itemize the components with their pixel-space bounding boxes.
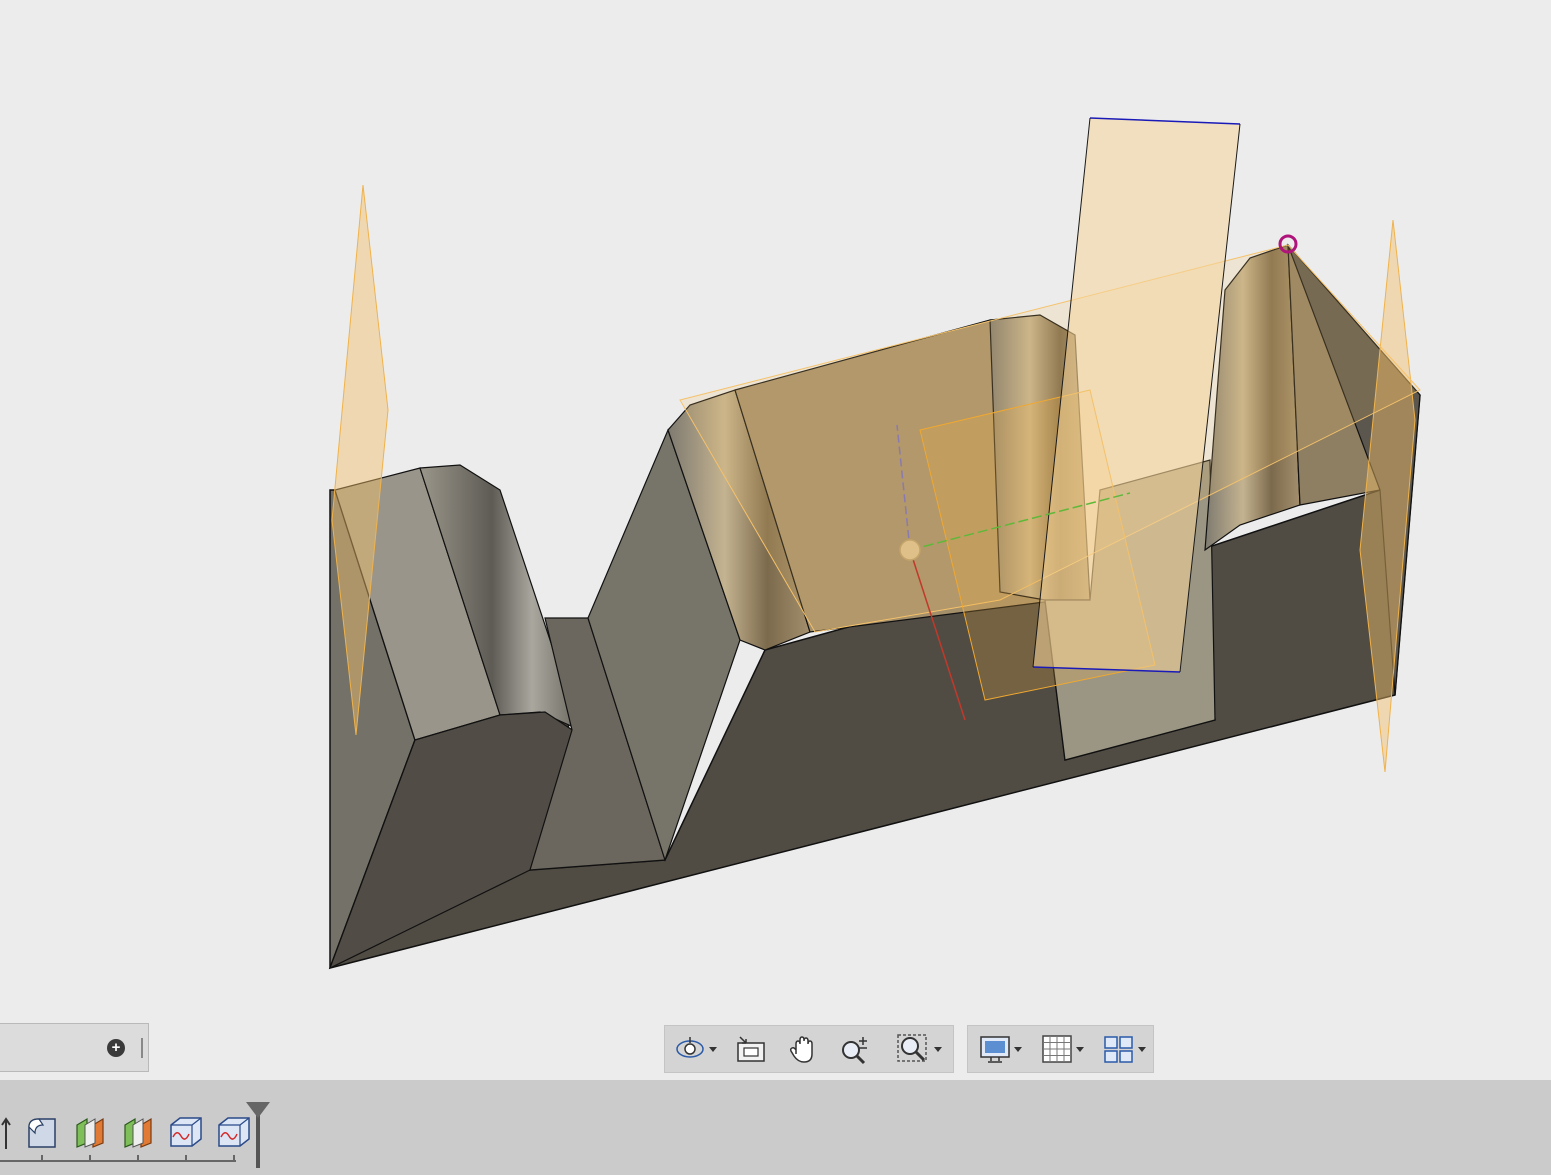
plus-circle-icon[interactable]: + (107, 1039, 125, 1057)
fit-zoom-window-button[interactable] (887, 1026, 949, 1072)
origin-point[interactable] (899, 539, 921, 561)
timeline-tick (41, 1155, 43, 1161)
timeline-tick (137, 1155, 139, 1161)
chevron-down-icon[interactable] (933, 1046, 942, 1052)
orbit-tool-button[interactable] (667, 1026, 723, 1072)
orbit-icon (675, 1037, 704, 1058)
viewports-icon (1103, 1036, 1133, 1063)
offset-plane-icon (124, 1117, 152, 1148)
look-at-button[interactable] (729, 1026, 773, 1072)
display-settings-button[interactable] (972, 1026, 1028, 1072)
sketch-icon (218, 1117, 250, 1147)
fillet-feature-icon (28, 1118, 56, 1148)
zoom-icon (842, 1037, 867, 1065)
look-at-icon (737, 1036, 765, 1062)
chevron-down-icon[interactable] (708, 1046, 717, 1052)
3d-viewport-canvas[interactable] (0, 0, 1551, 1080)
navigation-toolbar (664, 1025, 954, 1073)
pan-hand-icon (789, 1036, 813, 1063)
timeline-rail (0, 1160, 236, 1162)
offset-plane-icon (76, 1117, 104, 1148)
chevron-down-icon[interactable] (1137, 1046, 1146, 1052)
pan-button[interactable] (781, 1026, 825, 1072)
chevron-down-icon[interactable] (1075, 1046, 1084, 1052)
sketch-icon (170, 1117, 202, 1147)
timeline-item-sketch-2[interactable] (214, 1113, 254, 1151)
timeline-item-offset-plane-1[interactable] (70, 1113, 110, 1151)
timeline-marker-handle[interactable] (246, 1102, 270, 1118)
grid-snaps-button[interactable] (1034, 1026, 1090, 1072)
display-toolbar (967, 1025, 1154, 1073)
chevron-down-icon[interactable] (1013, 1046, 1022, 1052)
timeline-arrow-icon[interactable] (0, 1116, 12, 1150)
timeline-tick (233, 1155, 235, 1161)
panel-resize-grip[interactable] (141, 1038, 143, 1058)
browser-panel: + (0, 1023, 149, 1072)
timeline-item-sketch-1[interactable] (166, 1113, 206, 1151)
zoom-button[interactable] (833, 1026, 877, 1072)
timeline-item-fillet[interactable] (22, 1113, 62, 1151)
timeline-tick (89, 1155, 91, 1161)
timeline-item-offset-plane-2[interactable] (118, 1113, 158, 1151)
grid-snaps-icon (1041, 1035, 1072, 1063)
display-settings-icon (979, 1036, 1010, 1063)
timeline-tick (185, 1155, 187, 1161)
viewports-button[interactable] (1096, 1026, 1152, 1072)
fit-zoom-window-icon (896, 1034, 927, 1062)
